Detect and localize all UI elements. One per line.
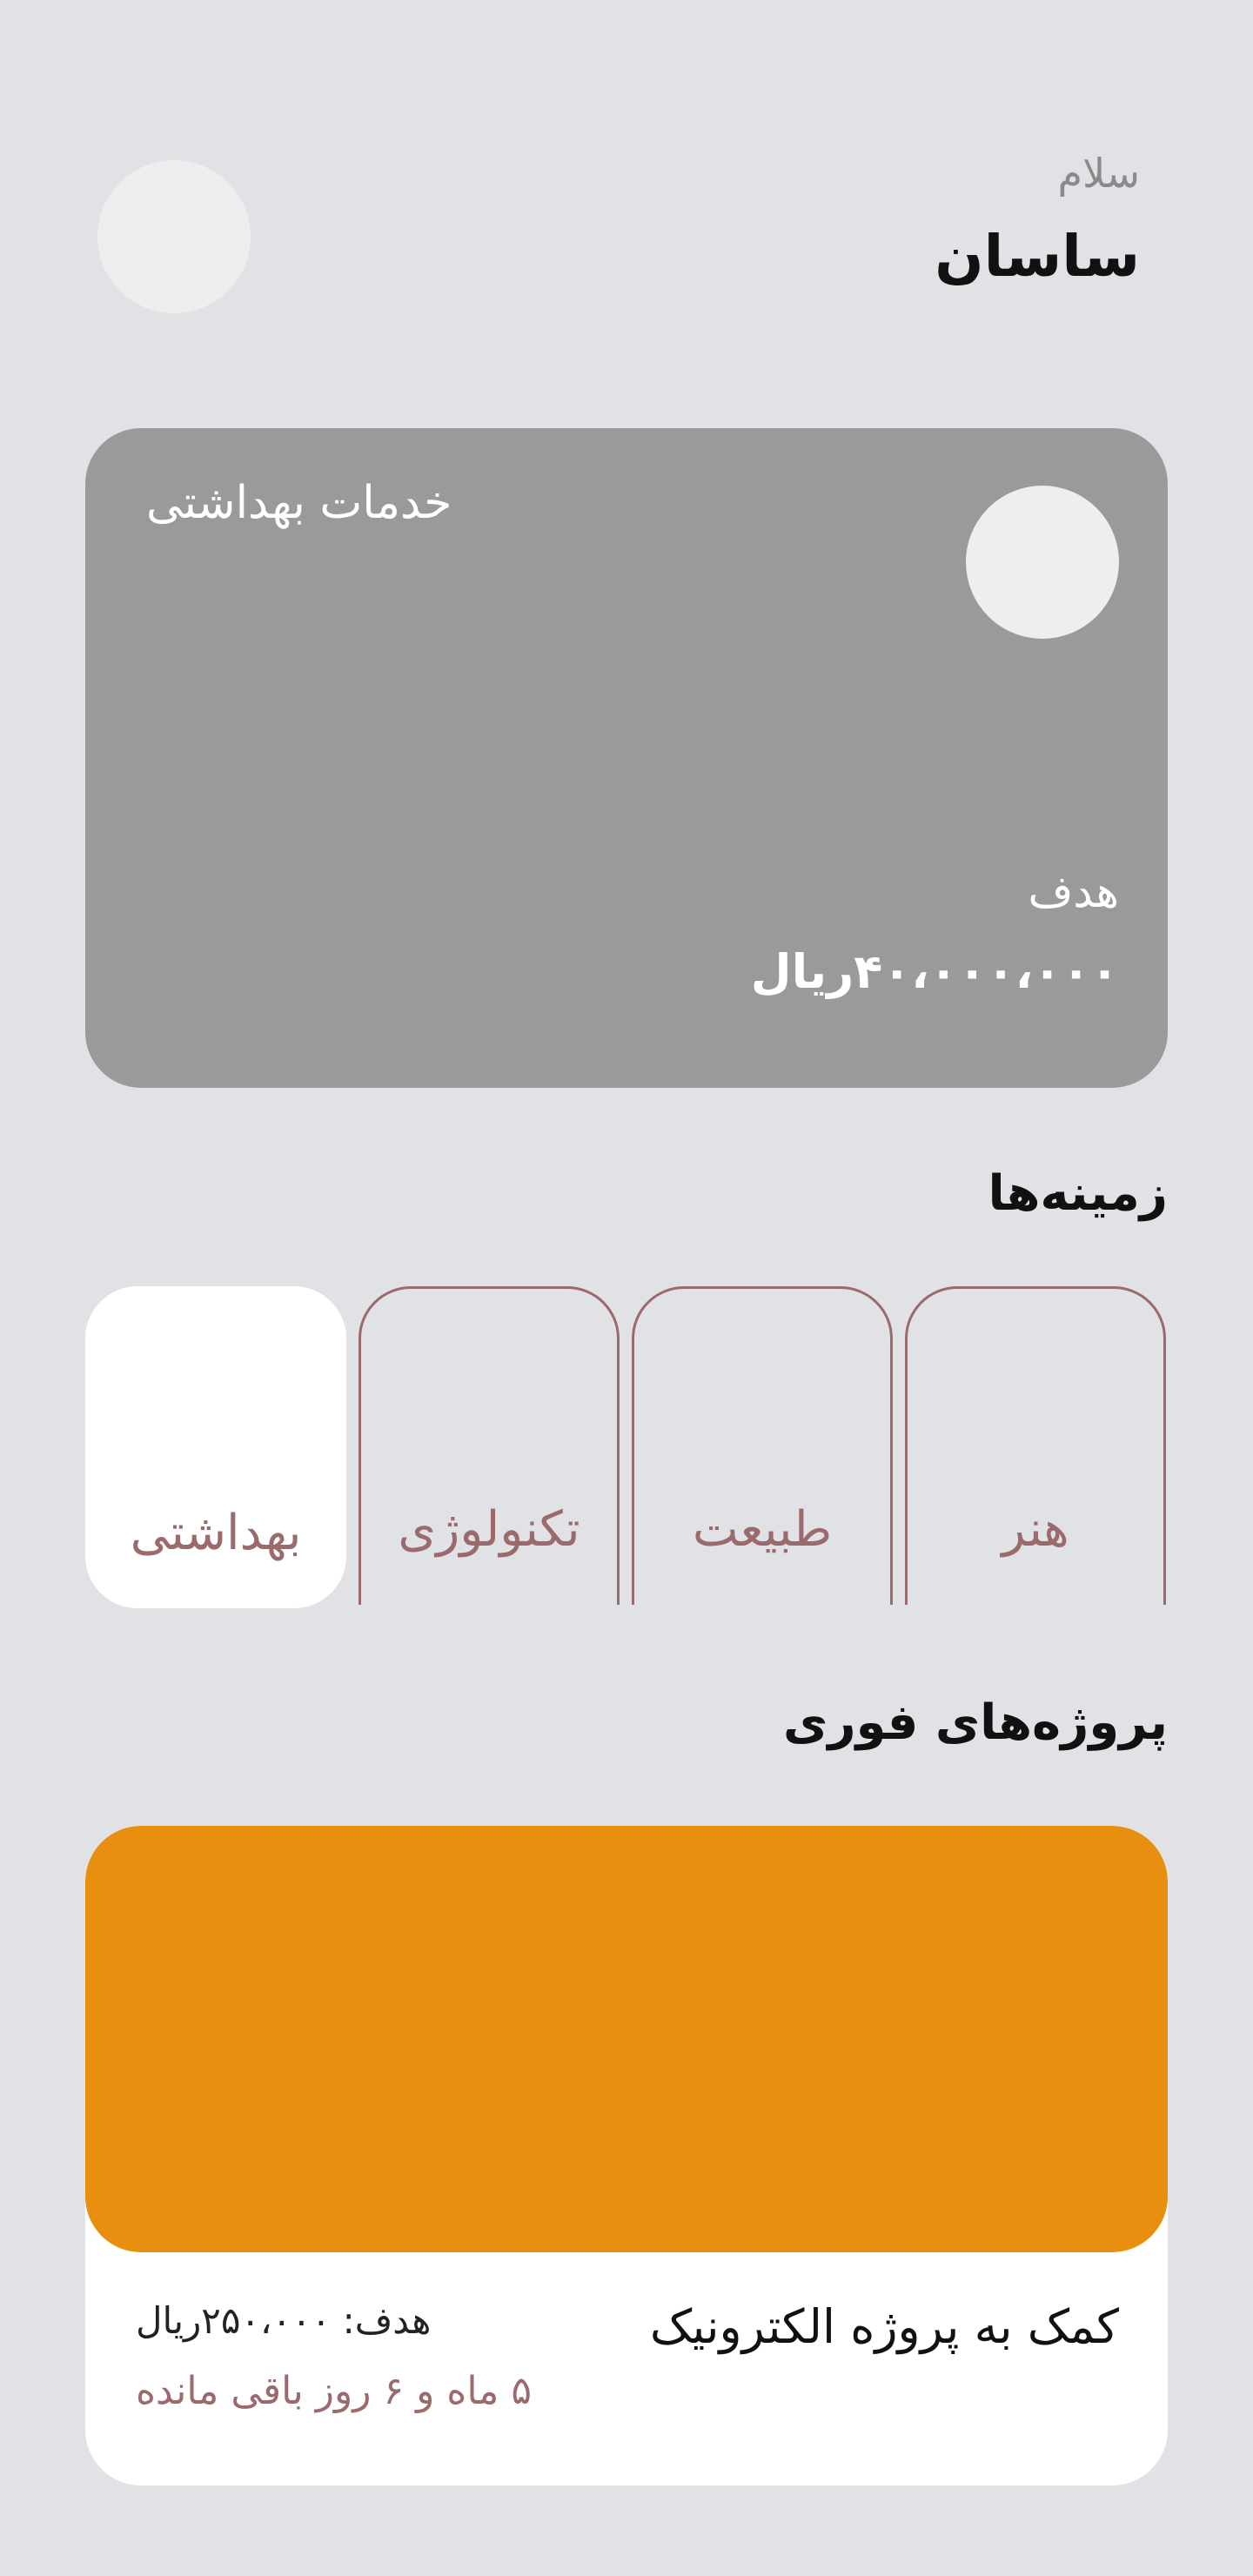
featured-project-card[interactable]: خدمات بهداشتی هدف ۴۰،۰۰۰،۰۰۰ریال [85,428,1168,1088]
featured-goal-label: هدف [1028,867,1119,917]
category-tab-label: تکنولوژی [398,1501,580,1558]
category-tab-label: طبیعت [692,1501,833,1558]
project-image [85,1826,1168,2252]
category-tab-label: هنر [1002,1501,1069,1558]
avatar[interactable] [97,160,251,313]
category-tab-health[interactable]: بهداشتی [85,1286,346,1608]
categories-heading: زمینه‌ها [988,1165,1168,1222]
urgent-projects-heading: پروژه‌های فوری [783,1694,1168,1751]
featured-title: خدمات بهداشتی [146,477,452,529]
category-tab-art[interactable]: هنر [905,1286,1166,1605]
featured-goal-value: ۴۰،۰۰۰،۰۰۰ریال [750,944,1119,999]
category-tab-technology[interactable]: تکنولوژی [358,1286,620,1605]
category-tab-nature[interactable]: طبیعت [632,1286,893,1605]
project-goal: هدف: ۲۵۰،۰۰۰ریال [136,2299,432,2342]
greeting-text: سلام [1057,150,1140,197]
project-time-remaining: ۵ ماه و ۶ روز باقی مانده [136,2369,532,2413]
category-tab-label: بهداشتی [130,1505,302,1561]
urgent-project-card[interactable]: کمک به پروژه الکترونیک هدف: ۲۵۰،۰۰۰ریال … [85,1826,1168,2485]
featured-icon-placeholder [966,486,1119,639]
project-name: کمک به پروژه الکترونیک [649,2299,1119,2354]
username: ساسان [935,223,1140,290]
